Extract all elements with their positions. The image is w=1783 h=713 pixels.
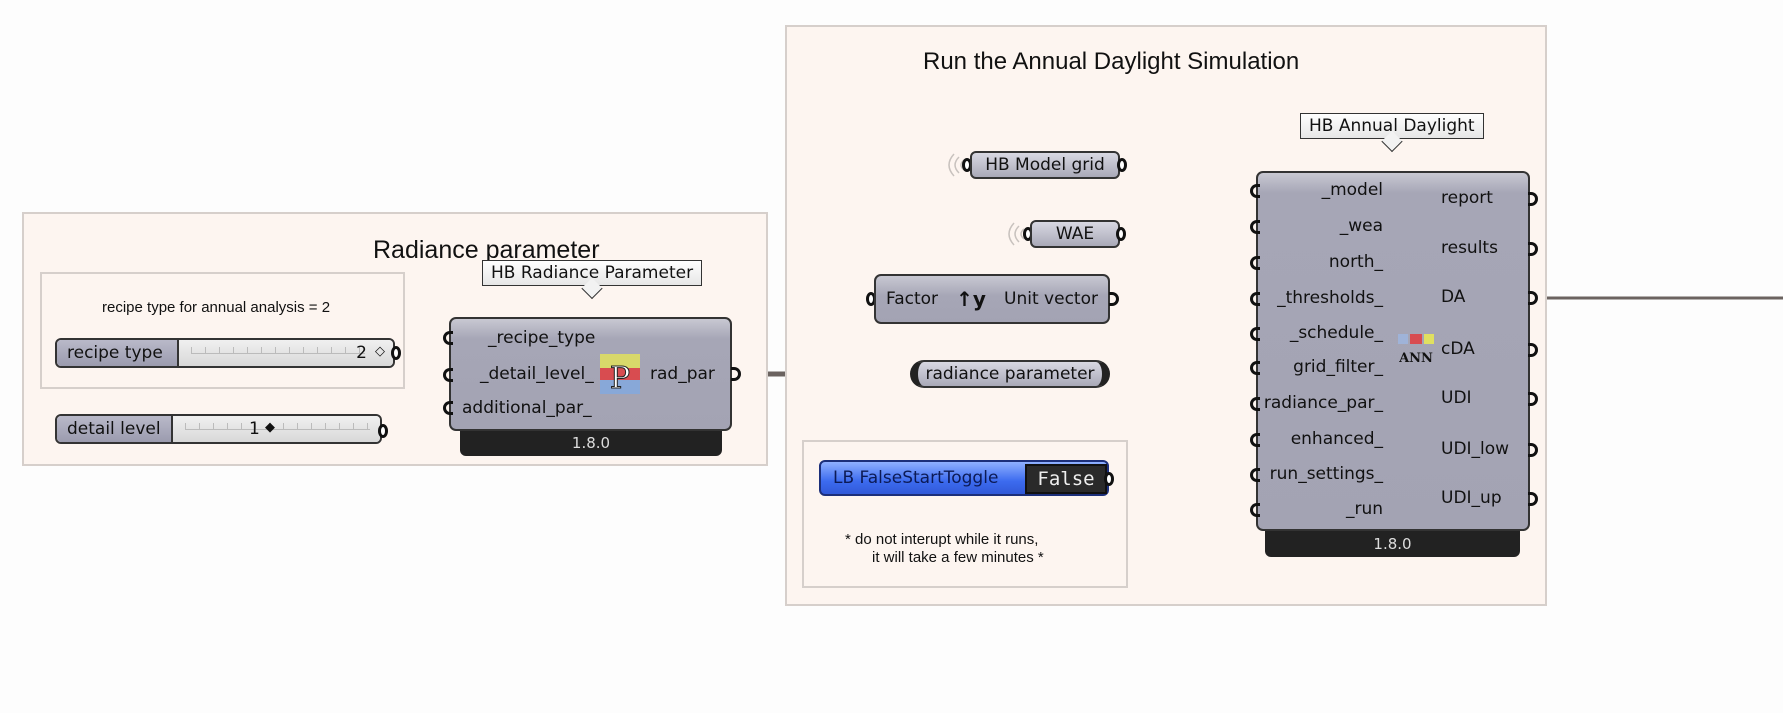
param-wea[interactable]: WAE [1030, 220, 1120, 248]
input-port-5[interactable] [1250, 361, 1260, 375]
input-port-0[interactable] [1250, 184, 1260, 198]
radiance-parameter-icon: P [600, 354, 640, 397]
slider-recipe-type-track[interactable]: 2 ◇ [179, 340, 393, 366]
slider-detail-level-value: 1 [249, 419, 260, 439]
tag-hb-radiance-parameter: HB Radiance Parameter [482, 260, 703, 286]
toggle-value[interactable]: False [1025, 464, 1107, 494]
input-label: _run [1345, 499, 1383, 519]
input-port-7[interactable] [1250, 433, 1260, 447]
input-label: _recipe_type [488, 328, 596, 348]
param-wea-output[interactable] [1116, 227, 1126, 241]
unit-vector-input-label: Factor [886, 289, 939, 309]
slider-detail-level[interactable]: detail level 1 ◆ [55, 414, 382, 444]
slider-grip-icon[interactable]: ◆ [265, 420, 275, 435]
output-label: rad_par [650, 364, 715, 384]
scribble-run-note-2: it will take a few minutes * [872, 549, 1044, 566]
unit-vector-output-label: Unit vector [1004, 289, 1098, 309]
component-unit-vector[interactable]: Factor ↑y Unit vector [874, 274, 1110, 324]
scribble-run-note-1: * do not interupt while it runs, [845, 531, 1039, 548]
input-label: _schedule_ [1289, 323, 1383, 343]
slider-detail-level-output[interactable] [378, 424, 388, 438]
input-label: additional_par_ [462, 398, 592, 418]
slider-recipe-type-value: 2 [356, 343, 367, 363]
input-port-2[interactable] [1250, 256, 1260, 270]
param-radiance-parameter[interactable]: radiance parameter [910, 360, 1110, 388]
unit-y-vector-icon: ↑y [956, 287, 986, 311]
slider-detail-level-track[interactable]: 1 ◆ [173, 416, 380, 442]
input-port-detail-level[interactable] [443, 368, 453, 382]
input-port-recipe-type[interactable] [443, 331, 453, 345]
component-version: 1.8.0 [1265, 531, 1520, 557]
tag-hb-annual-daylight: HB Annual Daylight [1300, 113, 1484, 139]
input-port-6[interactable] [1250, 397, 1260, 411]
output-label: UDI_low [1441, 439, 1510, 459]
input-label: enhanced_ [1290, 429, 1383, 449]
output-label: UDI [1441, 388, 1472, 408]
input-port-4[interactable] [1250, 327, 1260, 341]
input-label: _detail_level_ [480, 364, 594, 384]
param-model-grid-output[interactable] [1117, 158, 1127, 172]
input-port-1[interactable] [1250, 220, 1260, 234]
input-label: grid_filter_ [1293, 357, 1383, 377]
toggle-output[interactable] [1104, 472, 1114, 486]
input-port-3[interactable] [1250, 292, 1260, 306]
input-label: _model [1321, 180, 1383, 200]
output-label: UDI_up [1441, 488, 1502, 508]
input-label: radiance_par_ [1263, 393, 1383, 413]
slider-grip-icon[interactable]: ◇ [375, 344, 385, 359]
svg-text:ANN: ANN [1398, 351, 1433, 366]
annual-daylight-icon: ANN [1396, 332, 1436, 366]
input-port-9[interactable] [1250, 503, 1260, 517]
slider-detail-level-label: detail level [57, 416, 173, 442]
group-title-annual: Run the Annual Daylight Simulation [923, 48, 1300, 75]
input-label: run_settings_ [1269, 464, 1383, 484]
svg-text:P: P [610, 361, 630, 394]
input-label: _wea [1339, 216, 1383, 236]
param-hb-model-grid[interactable]: HB Model grid [970, 151, 1120, 179]
output-label: DA [1441, 287, 1466, 307]
component-version: 1.8.0 [460, 431, 722, 456]
group-recipe-type [40, 272, 405, 389]
slider-recipe-type-label: recipe type [57, 340, 179, 366]
input-label: _thresholds_ [1277, 288, 1383, 308]
toggle-label: LB FalseStartToggle [833, 468, 999, 488]
output-label: results [1441, 238, 1498, 258]
output-label: report [1441, 188, 1493, 208]
slider-recipe-type-output[interactable] [391, 346, 401, 360]
input-label: north_ [1328, 252, 1383, 272]
input-port-8[interactable] [1250, 468, 1260, 482]
output-label: cDA [1441, 339, 1475, 359]
scribble-recipe-note: recipe type for annual analysis = 2 [102, 299, 331, 316]
input-port-additional-par[interactable] [443, 401, 453, 415]
slider-recipe-type[interactable]: recipe type 2 ◇ [55, 338, 395, 368]
